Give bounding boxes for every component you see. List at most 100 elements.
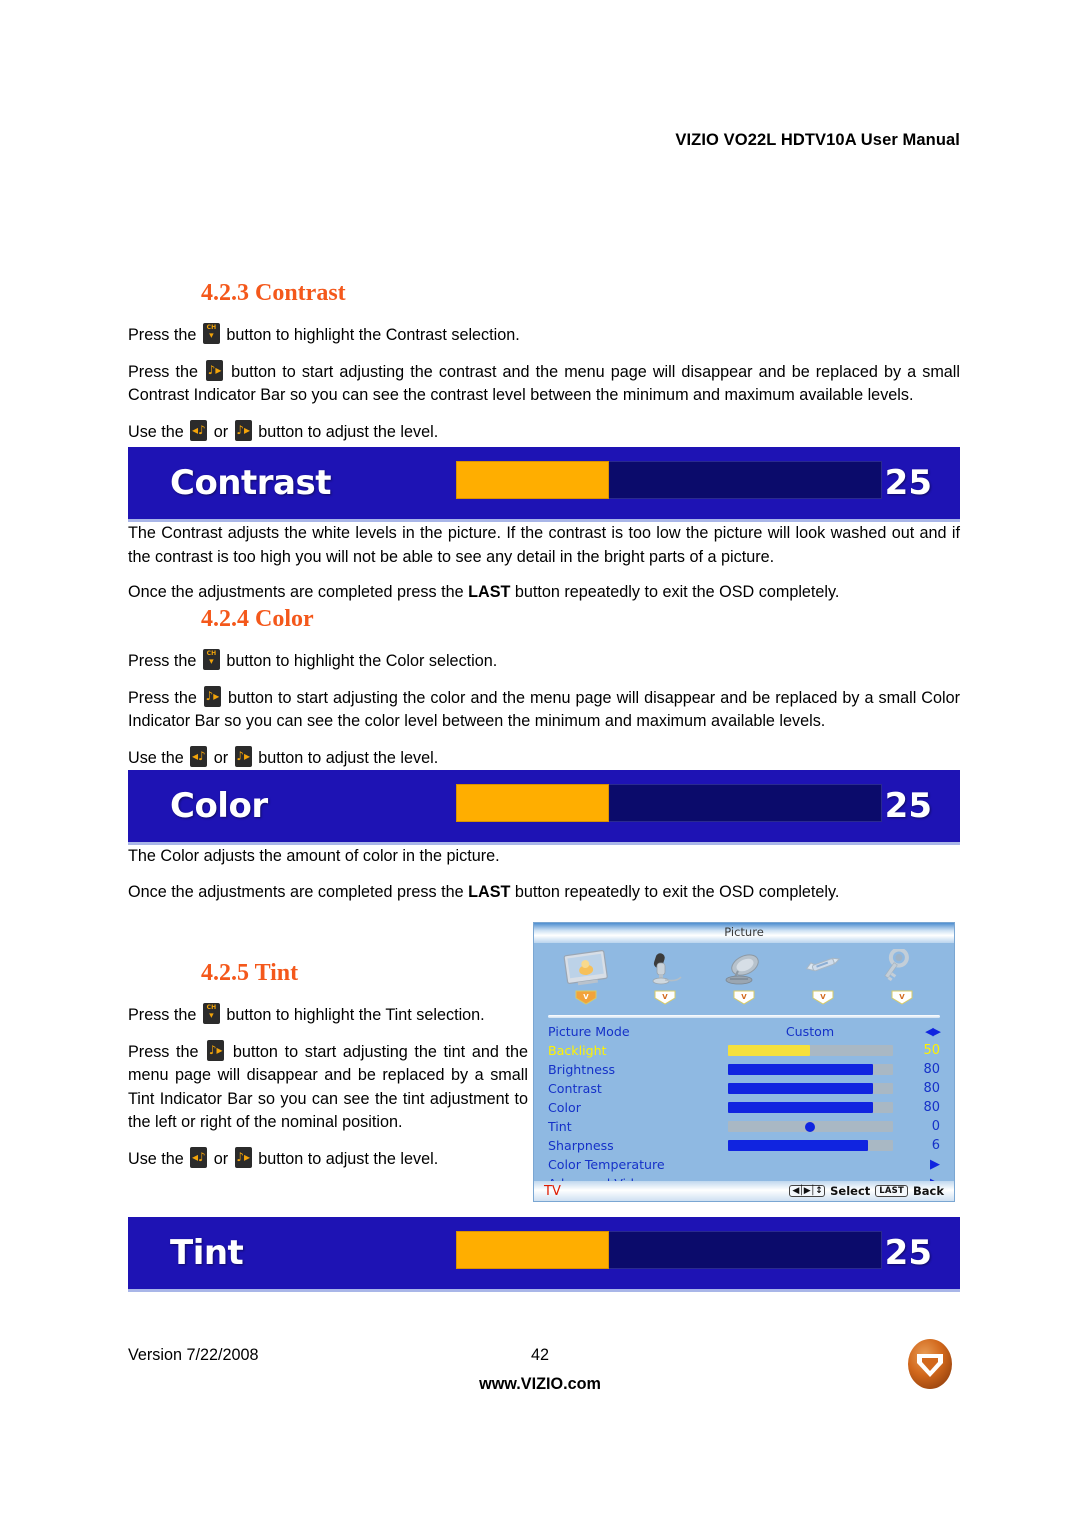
osd-bar-label-tint: Tint [170, 1233, 244, 1273]
svg-text:V: V [820, 993, 826, 1001]
osd-slider-track[interactable] [727, 1140, 893, 1151]
osd-bar-track-color[interactable] [456, 784, 882, 822]
color-p3-text-b: button to adjust the level. [258, 748, 439, 767]
color-description-block: The Color adjusts the amount of color in… [128, 845, 960, 904]
volume-right-button-icon: ♪▸ [207, 1039, 225, 1061]
color-note-key: LAST [468, 882, 511, 901]
tint-paragraph-1: Press the CH ▾ button to highlight the Ti… [128, 1003, 528, 1028]
osd-row-control[interactable] [716, 1140, 904, 1151]
osd-row-color[interactable]: Color 80 [548, 1098, 940, 1117]
osd-bar-track-tint[interactable] [456, 1231, 882, 1269]
channel-down-button-icon: CH ▾ [202, 649, 220, 670]
back-label: Back [913, 1184, 944, 1198]
volume-right-button-icon-2: ♪▸ [234, 419, 252, 441]
vizio-logo [903, 1337, 957, 1391]
osd-row-label: Picture Mode [548, 1024, 630, 1039]
contrast-paragraph-2: Press the ♪▸ button to start adjusting t… [128, 359, 960, 408]
tint-p3-text-a: Use the [128, 1149, 184, 1168]
osd-row-number: 50 [923, 1043, 940, 1058]
osd-bar-fill-contrast [456, 461, 610, 499]
channel-down-button-icon: CH ▾ [202, 1003, 220, 1024]
section-heading-tint: 4.2.5 Tint [201, 960, 299, 986]
contrast-p3-text-b: button to adjust the level. [258, 422, 439, 441]
section-heading-contrast: 4.2.3 Contrast [201, 280, 346, 306]
contrast-p1-text-b: button to highlight the Contrast selecti… [226, 326, 520, 344]
vizio-badge-icon: V [733, 990, 755, 1005]
section-tint: 4.2.5 Tint Press the CH ▾ button to highl… [128, 960, 528, 1171]
osd-slider-fill [727, 1102, 873, 1113]
osd-row-number: ◀▶ [904, 1024, 941, 1039]
document-header: VIZIO VO22L HDTV10A User Manual [675, 131, 960, 149]
osd-row-label: Color [548, 1100, 581, 1115]
left-right-arrows-icon[interactable]: ◀▶ [925, 1025, 941, 1038]
osd-row-tint[interactable]: Tint 0 [548, 1117, 940, 1136]
osd-icon-audio[interactable]: V [633, 949, 697, 1005]
osd-row-contrast[interactable]: Contrast 80 [548, 1079, 940, 1098]
contrast-p3-or: or [213, 422, 229, 441]
osd-row-control[interactable] [716, 1121, 904, 1132]
osd-slider-track[interactable] [727, 1102, 893, 1113]
osd-bar-value-color: 25 [884, 786, 932, 826]
volume-right-button-icon-2: ♪▸ [234, 1146, 252, 1168]
osd-row-control[interactable] [716, 1083, 904, 1094]
osd-row-number: 0 [931, 1119, 940, 1134]
osd-row-label: Brightness [548, 1062, 616, 1077]
osd-row-control[interactable] [716, 1102, 904, 1113]
svg-text:V: V [662, 993, 668, 1001]
osd-icon-tuner[interactable]: V [712, 949, 776, 1005]
color-p3-text-a: Use the [128, 748, 184, 767]
osd-icon-parental[interactable]: V [870, 949, 934, 1005]
tint-p3-text-b: button to adjust the level. [258, 1149, 439, 1168]
osd-row-sharpness[interactable]: Sharpness 6 [548, 1136, 940, 1155]
picture-icon [563, 950, 608, 986]
color-paragraph-3: Use the ◂♪ or ♪▸ button to adjust the le… [128, 745, 960, 771]
osd-row-number: 80 [923, 1062, 940, 1077]
osd-slider-track[interactable] [727, 1045, 893, 1056]
osd-icon-picture[interactable]: V [554, 949, 618, 1005]
osd-row-backlight[interactable]: Backlight 50 [548, 1041, 940, 1060]
osd-row-value: Custom [785, 1024, 835, 1039]
key-icon [884, 949, 910, 982]
section-heading-color: 4.2.4 Color [201, 606, 314, 632]
osd-slider-fill [727, 1140, 868, 1151]
osd-indicator-bar-tint: Tint 25 [128, 1217, 960, 1292]
osd-row-number: 80 [923, 1100, 940, 1115]
osd-row-control[interactable] [716, 1064, 904, 1075]
osd-row-number: 80 [923, 1081, 940, 1096]
section-color: 4.2.4 Color Press the CH ▾ button to high… [128, 606, 960, 770]
tint-p3-or: or [213, 1149, 229, 1168]
color-paragraph-2: Press the ♪▸ button to start adjusting t… [128, 685, 960, 734]
osd-bar-label-contrast: Contrast [170, 463, 331, 503]
osd-slider-track[interactable] [727, 1064, 893, 1075]
vizio-badge-icon: V [654, 990, 676, 1005]
osd-picture-menu[interactable]: Picture V V V V V Picture Mode Custom ◀▶… [533, 922, 955, 1202]
tint-p2-text-a: Press the [128, 1042, 199, 1061]
color-last-note: Once the adjustments are completed press… [128, 881, 960, 905]
osd-menu-rows: Picture Mode Custom ◀▶ Backlight 50 Brightnes… [534, 1018, 954, 1193]
satellite-dish-icon [725, 954, 759, 985]
volume-left-button-icon: ◂♪ [190, 745, 208, 767]
osd-row-control[interactable] [716, 1045, 904, 1056]
chevron-right-icon[interactable]: ▶ [930, 1157, 940, 1172]
osd-icon-setup[interactable]: V [791, 949, 855, 1005]
svg-text:V: V [900, 993, 906, 1001]
osd-row-label: Sharpness [548, 1138, 614, 1153]
osd-row-control[interactable]: Custom [716, 1024, 904, 1039]
osd-bar-track-contrast[interactable] [456, 461, 882, 499]
osd-row-picture-mode[interactable]: Picture Mode Custom ◀▶ [548, 1022, 941, 1041]
channel-down-button-icon: CH ▾ [202, 323, 220, 344]
osd-source-label: TV [544, 1183, 561, 1199]
osd-slider-track[interactable] [727, 1083, 893, 1094]
osd-menu-footer: TV ◀│▶│↕ Select LAST Back [534, 1181, 954, 1201]
osd-slider-knob[interactable] [805, 1121, 815, 1132]
svg-text:V: V [741, 993, 747, 1001]
osd-row-brightness[interactable]: Brightness 80 [548, 1060, 940, 1079]
color-note-a: Once the adjustments are completed press… [128, 882, 464, 901]
osd-row-color-temperature[interactable]: Color Temperature ▶ [548, 1155, 940, 1174]
osd-bar-label-color: Color [170, 786, 268, 826]
volume-right-button-icon: ♪▸ [203, 685, 221, 707]
wrench-icon [805, 957, 841, 972]
osd-bar-fill-color [456, 784, 610, 822]
osd-bar-fill-tint [456, 1231, 610, 1269]
osd-slider-track[interactable] [727, 1121, 893, 1132]
